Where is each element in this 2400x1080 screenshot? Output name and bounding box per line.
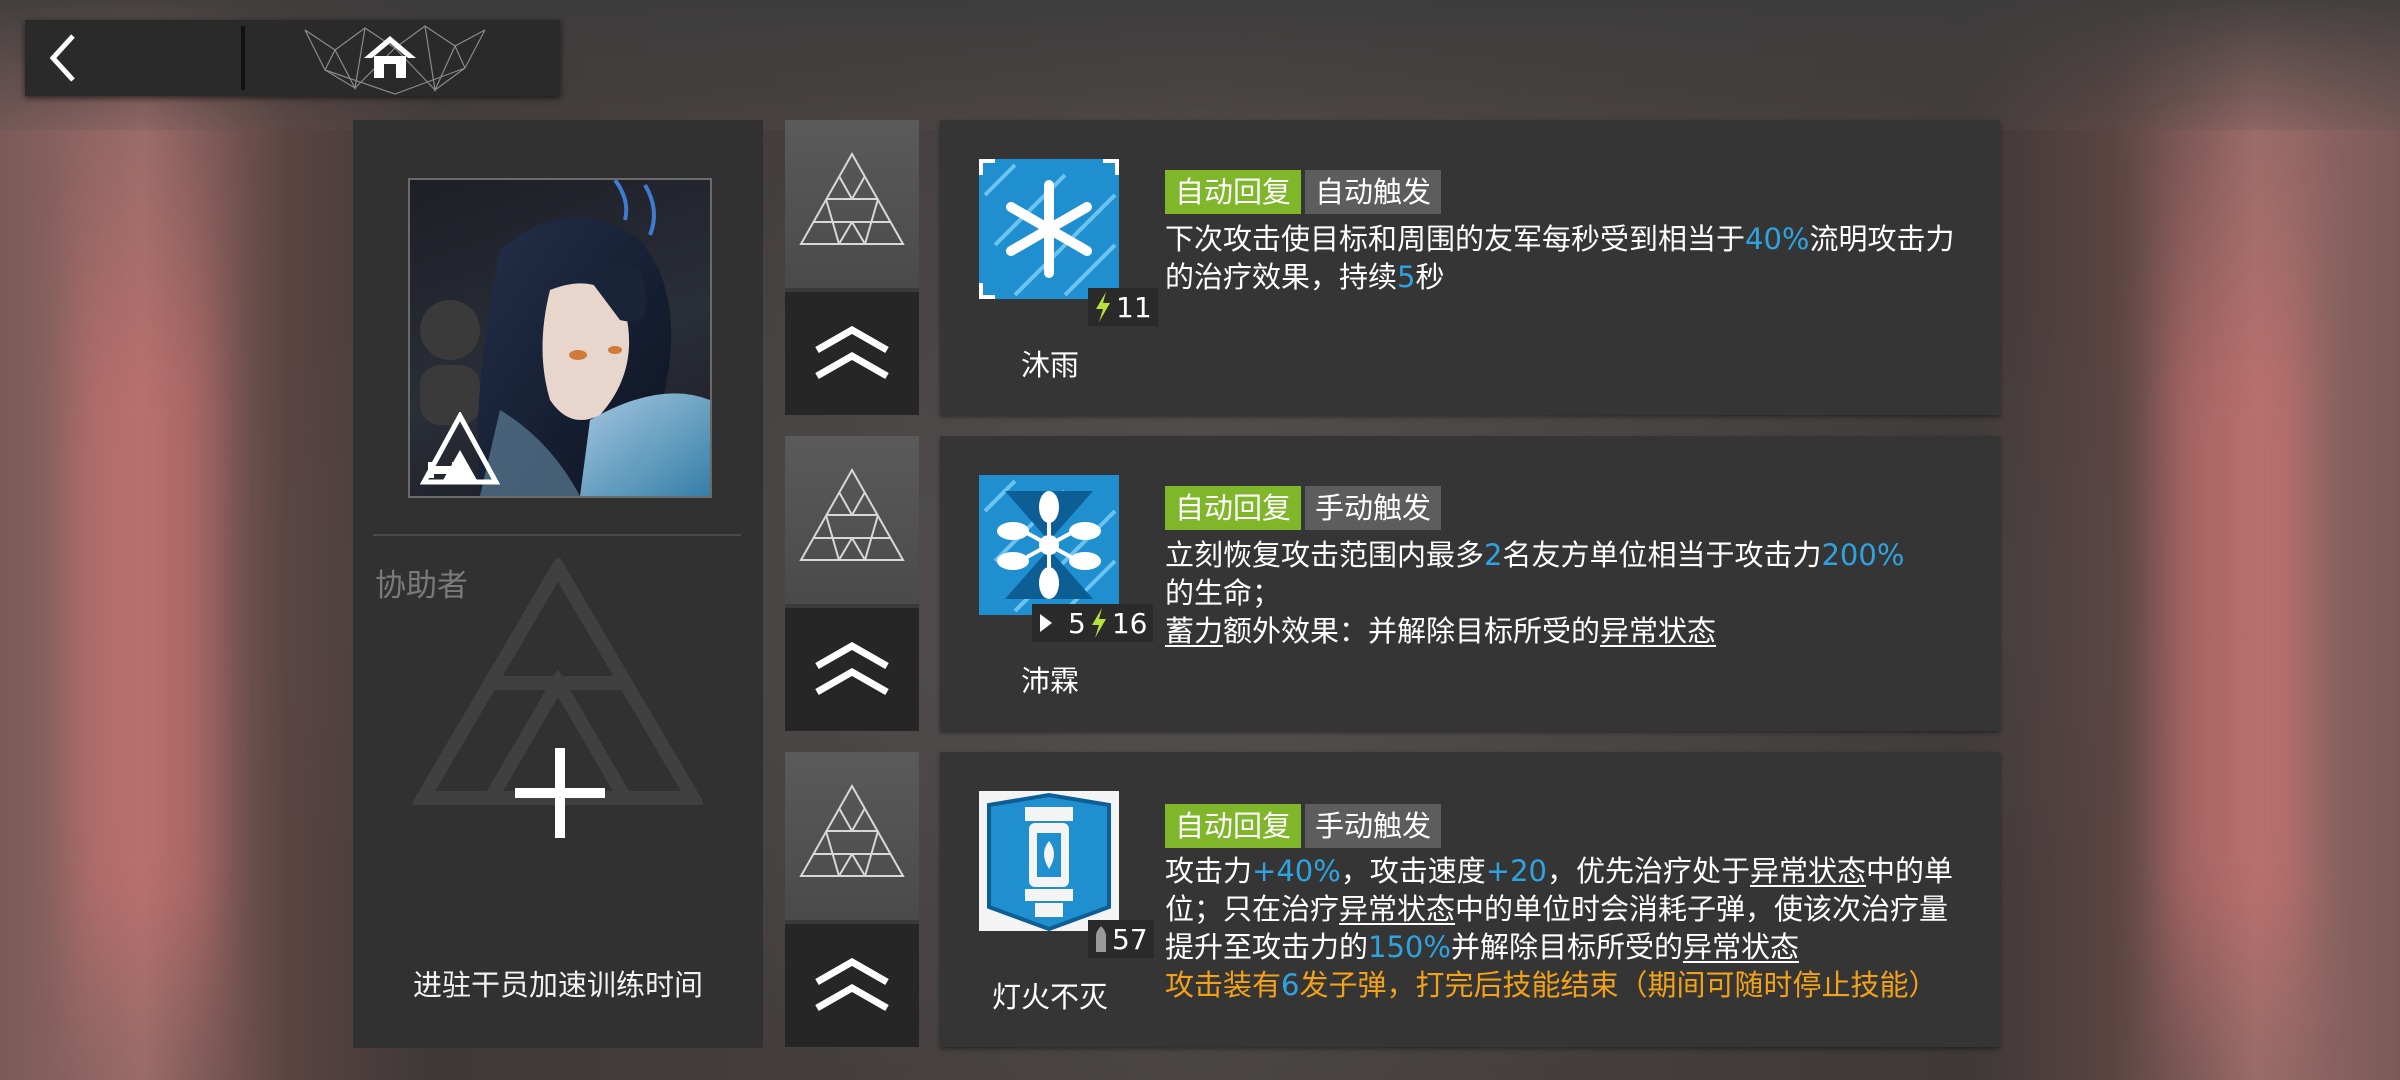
abnormal-status-link[interactable]: 异常状态: [1750, 854, 1866, 888]
nav-divider: [241, 26, 245, 90]
skill-1-trigger-tag: 自动触发: [1305, 170, 1442, 214]
abnormal-status-link[interactable]: 异常状态: [1683, 930, 1799, 964]
skill-3-rank-column: [785, 752, 919, 1047]
skill-1-sp-cost: 11: [1088, 288, 1158, 326]
triangle-rank-icon: [799, 783, 905, 877]
abnormal-status-link[interactable]: 异常状态: [1339, 892, 1455, 926]
snowflake-skill-icon: [979, 159, 1119, 299]
skill-1-rank-column: [785, 120, 919, 415]
skill-3-sp-cost: 57: [1088, 920, 1154, 958]
ammo-note: 攻击装有6发子弹，打完后技能结束（期间可随时停止技能）: [1165, 968, 1938, 1002]
bullet-icon: [1095, 926, 1107, 952]
back-button[interactable]: [25, 20, 240, 96]
skill-2-tags: 自动回复 手动触发: [1165, 486, 1442, 530]
skill-2-icon[interactable]: [975, 471, 1123, 619]
skill-card-2: 5 16 沛霖 自动回复 手动触发 立刻恢复攻击范围内最多2名友方单位相当于攻击…: [940, 436, 2000, 731]
play-icon: [1040, 614, 1052, 632]
skill-1-icon[interactable]: [975, 155, 1123, 303]
lightning-icon: [1091, 608, 1106, 638]
double-chevron-up-icon: [815, 958, 889, 1012]
skill-3-name: 灯火不灭: [991, 980, 1108, 1014]
medic-class-icon: [420, 412, 500, 485]
double-chevron-up-icon: [815, 326, 889, 380]
skill-card-1: 11 沐雨 自动回复 自动触发 下次攻击使目标和周围的友军每秒受到相当于40%流…: [940, 120, 2000, 415]
skill-3-sp-value: 57: [1112, 922, 1148, 956]
lightning-icon: [1096, 292, 1110, 322]
skill-3-tags: 自动回复 手动触发: [1165, 804, 1442, 848]
skill-1-sp-value: 11: [1116, 290, 1152, 324]
skill-2-sp-cost: 5 16: [1032, 604, 1154, 642]
lantern-skill-icon: [979, 791, 1119, 932]
background-glow-right: [2160, 110, 2310, 1070]
skill-3-recovery-tag: 自动回复: [1165, 804, 1302, 848]
home-icon: [364, 36, 416, 78]
skill-2-rank-column: [785, 436, 919, 731]
skill-2-recovery-tag: 自动回复: [1165, 486, 1302, 530]
skill-1-recovery-tag: 自动回复: [1165, 170, 1302, 214]
top-nav-bar: [25, 20, 560, 96]
plus-icon: [515, 748, 605, 838]
skill-3-rank-slot: [785, 752, 919, 920]
double-chevron-up-icon: [815, 642, 889, 696]
skill-1-upgrade-button[interactable]: [785, 292, 919, 415]
operator-portrait[interactable]: [408, 178, 712, 498]
skill-3-upgrade-button[interactable]: [785, 924, 919, 1047]
skill-2-upgrade-button[interactable]: [785, 608, 919, 731]
add-assistant-button[interactable]: [515, 748, 605, 838]
home-button[interactable]: [304, 20, 535, 96]
skill-1-description: 下次攻击使目标和周围的友军每秒受到相当于40%流明攻击力的治疗效果，持续5秒: [1165, 222, 1955, 294]
assistant-description: 进驻干员加速训练时间: [412, 968, 703, 1002]
skill-2-initial-sp: 5: [1068, 606, 1086, 640]
chevron-left-icon: [49, 34, 75, 82]
skill-card-3: 57 灯火不灭 自动回复 手动触发 攻击力+40%，攻击速度+20，优先治疗处于…: [940, 752, 2000, 1047]
triangle-rank-icon: [799, 151, 905, 245]
skill-1-rank-slot: [785, 120, 919, 288]
background-glow-left: [70, 110, 220, 1070]
charge-term-link[interactable]: 蓄力: [1165, 614, 1223, 648]
skill-3-trigger-tag: 手动触发: [1305, 804, 1442, 848]
skill-1-tags: 自动回复 自动触发: [1165, 170, 1442, 214]
assistant-divider: [373, 534, 741, 536]
skill-3-icon[interactable]: [975, 787, 1123, 935]
abnormal-status-link[interactable]: 异常状态: [1600, 614, 1716, 648]
triangle-rank-icon: [799, 467, 905, 561]
rain-flower-skill-icon: [979, 475, 1119, 615]
skill-3-description: 攻击力+40%，攻击速度+20，优先治疗处于异常状态中的单位；只在治疗异常状态中…: [1165, 854, 1954, 1002]
operator-panel: 协助者 进驻干员加速训练时间: [353, 120, 763, 1048]
assistant-label: 协助者: [375, 568, 468, 604]
skill-2-trigger-tag: 手动触发: [1305, 486, 1442, 530]
skill-2-description: 立刻恢复攻击范围内最多2名友方单位相当于攻击力200% 的生命； 蓄力额外效果：并解…: [1165, 538, 1905, 648]
skill-1-name: 沐雨: [1020, 348, 1079, 382]
skill-2-rank-slot: [785, 436, 919, 604]
skill-2-sp-value: 16: [1111, 606, 1148, 640]
skill-2-name: 沛霖: [1020, 664, 1079, 698]
